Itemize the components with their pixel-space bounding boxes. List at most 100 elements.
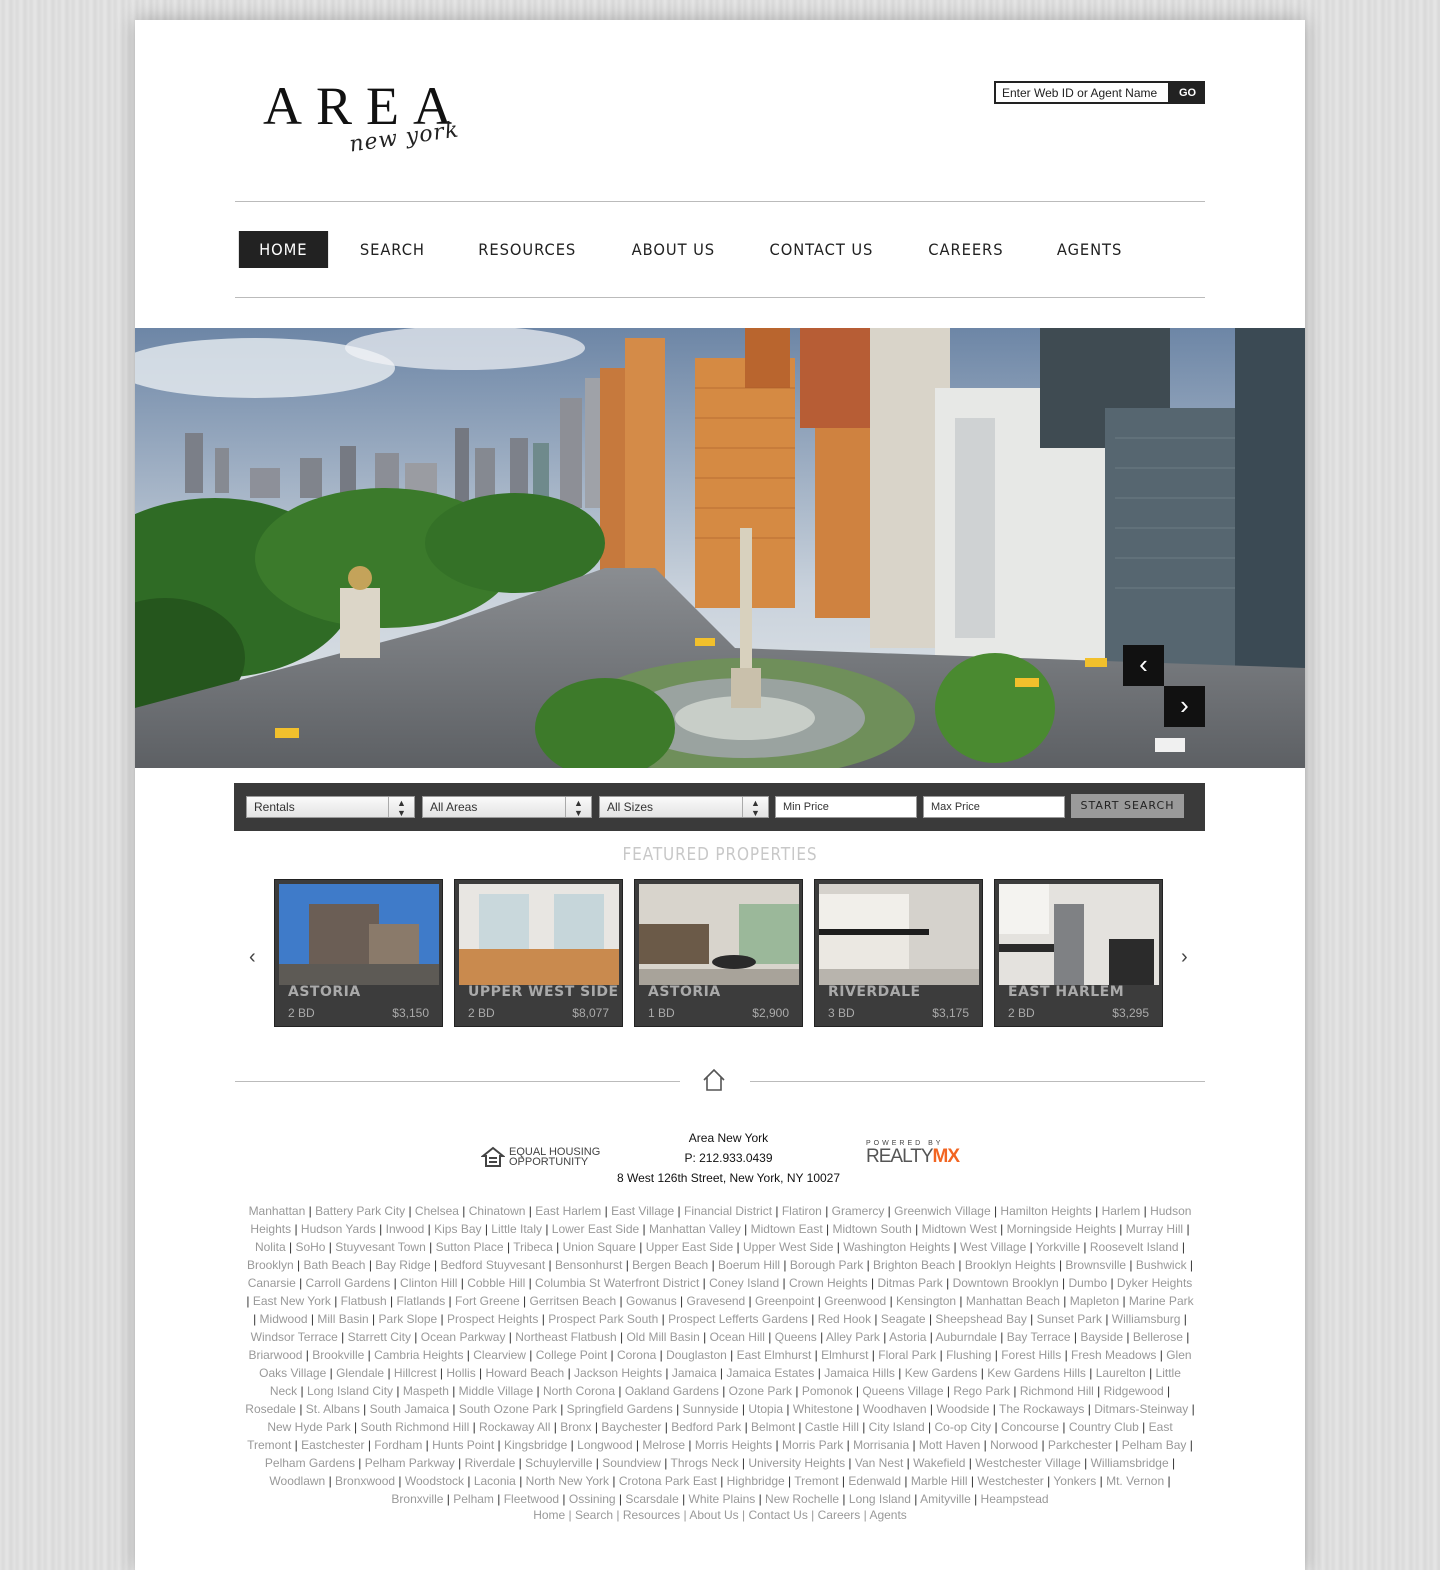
neighborhood-link[interactable]: Howard Beach (486, 1366, 565, 1380)
neighborhood-link[interactable]: Fordham (374, 1438, 422, 1452)
start-search-button[interactable]: START SEARCH (1071, 794, 1184, 818)
neighborhood-link[interactable]: Dumbo (1068, 1276, 1107, 1290)
neighborhood-link[interactable]: New Hyde Park (267, 1420, 350, 1434)
neighborhood-link[interactable]: Fort Greene (455, 1294, 520, 1308)
neighborhood-link[interactable]: Soundview (602, 1456, 661, 1470)
featured-prev-arrow[interactable]: ‹ (249, 946, 256, 969)
realtymx-logo[interactable]: POWERED BY REALTYMX (866, 1140, 960, 1168)
neighborhood-link[interactable]: Rosedale (245, 1402, 296, 1416)
footer-nav-link[interactable]: Agents (869, 1508, 906, 1522)
neighborhood-link[interactable]: Greenpoint (755, 1294, 814, 1308)
neighborhood-link[interactable]: Bedford Stuyvesant (440, 1258, 545, 1272)
neighborhood-link[interactable]: Brooklyn Heights (965, 1258, 1056, 1272)
neighborhood-link[interactable]: Rockaway All (479, 1420, 550, 1434)
neighborhood-link[interactable]: City Island (869, 1420, 925, 1434)
neighborhood-link[interactable]: Borough Park (790, 1258, 863, 1272)
hero-prev-button[interactable]: ‹ (1123, 645, 1164, 686)
neighborhood-link[interactable]: East Village (611, 1204, 674, 1218)
neighborhood-link[interactable]: Tremont (794, 1474, 838, 1488)
neighborhood-link[interactable]: Hillcrest (394, 1366, 437, 1380)
neighborhood-link[interactable]: Mill Basin (317, 1312, 368, 1326)
neighborhood-link[interactable]: Ossining (569, 1492, 616, 1506)
neighborhood-link[interactable]: Gowanus (626, 1294, 677, 1308)
neighborhood-link[interactable]: Co-op City (935, 1420, 992, 1434)
neighborhood-link[interactable]: Parkchester (1048, 1438, 1112, 1452)
neighborhood-link[interactable]: Mapleton (1070, 1294, 1119, 1308)
neighborhood-link[interactable]: Hunts Point (432, 1438, 494, 1452)
min-price-input[interactable]: Min Price (775, 796, 917, 818)
neighborhood-link[interactable]: Throgs Neck (671, 1456, 739, 1470)
neighborhood-link[interactable]: Fleetwood (504, 1492, 559, 1506)
neighborhood-link[interactable]: Jamaica (672, 1366, 717, 1380)
neighborhood-link[interactable]: Bay Terrace (1007, 1330, 1071, 1344)
neighborhood-link[interactable]: Stuyvesant Town (335, 1240, 426, 1254)
neighborhood-link[interactable]: Seagate (881, 1312, 926, 1326)
neighborhood-link[interactable]: Briarwood (248, 1348, 302, 1362)
neighborhood-link[interactable]: Belmont (751, 1420, 795, 1434)
neighborhood-link[interactable]: Brownsville (1065, 1258, 1126, 1272)
neighborhood-link[interactable]: Morris Park (782, 1438, 843, 1452)
neighborhood-link[interactable]: Marine Park (1129, 1294, 1194, 1308)
neighborhood-link[interactable]: Prospect Lefferts Gardens (668, 1312, 808, 1326)
neighborhood-link[interactable]: Pelham (453, 1492, 494, 1506)
property-card[interactable]: ASTORIA 2 BD $3,150 (274, 879, 443, 1027)
nav-resources[interactable]: RESOURCES (458, 231, 596, 268)
neighborhood-link[interactable]: Lower East Side (552, 1222, 639, 1236)
neighborhood-link[interactable]: West Village (960, 1240, 1026, 1254)
neighborhood-link[interactable]: Hudson Yards (301, 1222, 376, 1236)
footer-nav-link[interactable]: Contact Us (748, 1508, 807, 1522)
neighborhood-link[interactable]: Forest Hills (1001, 1348, 1061, 1362)
neighborhood-link[interactable]: Springfield Gardens (567, 1402, 673, 1416)
neighborhood-link[interactable]: Clinton Hill (400, 1276, 457, 1290)
neighborhood-link[interactable]: Sheepshead Bay (935, 1312, 1026, 1326)
neighborhood-link[interactable]: St. Albans (306, 1402, 360, 1416)
neighborhood-link[interactable]: Sunnyside (683, 1402, 739, 1416)
neighborhood-link[interactable]: Battery Park City (315, 1204, 405, 1218)
neighborhood-link[interactable]: Crown Heights (789, 1276, 868, 1290)
neighborhood-link[interactable]: Pelham Parkway (365, 1456, 455, 1470)
neighborhood-link[interactable]: Kips Bay (434, 1222, 481, 1236)
property-card[interactable]: UPPER WEST SIDE 2 BD $8,077 (454, 879, 623, 1027)
neighborhood-link[interactable]: Kew Gardens (905, 1366, 978, 1380)
neighborhood-link[interactable]: Laconia (474, 1474, 516, 1488)
neighborhood-link[interactable]: Queens (775, 1330, 817, 1344)
neighborhood-link[interactable]: Bellerose (1133, 1330, 1183, 1344)
neighborhood-link[interactable]: South Richmond Hill (361, 1420, 470, 1434)
neighborhood-link[interactable]: Chelsea (415, 1204, 459, 1218)
neighborhood-link[interactable]: Red Hook (818, 1312, 871, 1326)
neighborhood-link[interactable]: Midtown East (751, 1222, 823, 1236)
neighborhood-link[interactable]: Astoria (889, 1330, 926, 1344)
neighborhood-link[interactable]: Flatbush (341, 1294, 387, 1308)
neighborhood-link[interactable]: Ditmas Park (877, 1276, 942, 1290)
neighborhood-link[interactable]: Mott Haven (919, 1438, 980, 1452)
neighborhood-link[interactable]: Midtown West (922, 1222, 997, 1236)
neighborhood-link[interactable]: Brighton Beach (873, 1258, 955, 1272)
neighborhood-link[interactable]: Morningside Heights (1007, 1222, 1116, 1236)
neighborhood-link[interactable]: Flushing (946, 1348, 991, 1362)
neighborhood-link[interactable]: Gerritsen Beach (530, 1294, 617, 1308)
neighborhood-link[interactable]: Manhattan Beach (966, 1294, 1060, 1308)
neighborhood-link[interactable]: Heampstead (981, 1492, 1049, 1506)
neighborhood-link[interactable]: Woodhaven (863, 1402, 927, 1416)
neighborhood-link[interactable]: Murray Hill (1126, 1222, 1183, 1236)
neighborhood-link[interactable]: Prospect Park South (548, 1312, 658, 1326)
neighborhood-link[interactable]: Midtown South (832, 1222, 911, 1236)
nav-contact-us[interactable]: CONTACT US (750, 231, 894, 268)
neighborhood-link[interactable]: East Harlem (535, 1204, 601, 1218)
neighborhood-link[interactable]: Rego Park (953, 1384, 1010, 1398)
neighborhood-link[interactable]: Alley Park (826, 1330, 880, 1344)
size-select[interactable]: All Sizes ▲ ▼ (599, 796, 769, 818)
neighborhood-link[interactable]: Yonkers (1053, 1474, 1096, 1488)
neighborhood-link[interactable]: Bayside (1080, 1330, 1123, 1344)
neighborhood-link[interactable]: Williamsbridge (1091, 1456, 1169, 1470)
neighborhood-link[interactable]: Cobble Hill (467, 1276, 525, 1290)
neighborhood-link[interactable]: Morris Heights (695, 1438, 772, 1452)
footer-nav-link[interactable]: Home (533, 1508, 565, 1522)
neighborhood-link[interactable]: Country Club (1069, 1420, 1139, 1434)
neighborhood-link[interactable]: Harlem (1102, 1204, 1141, 1218)
neighborhood-link[interactable]: Laurelton (1096, 1366, 1146, 1380)
neighborhood-link[interactable]: Gravesend (687, 1294, 746, 1308)
neighborhood-link[interactable]: Northeast Flatbush (515, 1330, 616, 1344)
neighborhood-link[interactable]: Jackson Heights (574, 1366, 662, 1380)
agent-search-input[interactable] (994, 81, 1170, 104)
